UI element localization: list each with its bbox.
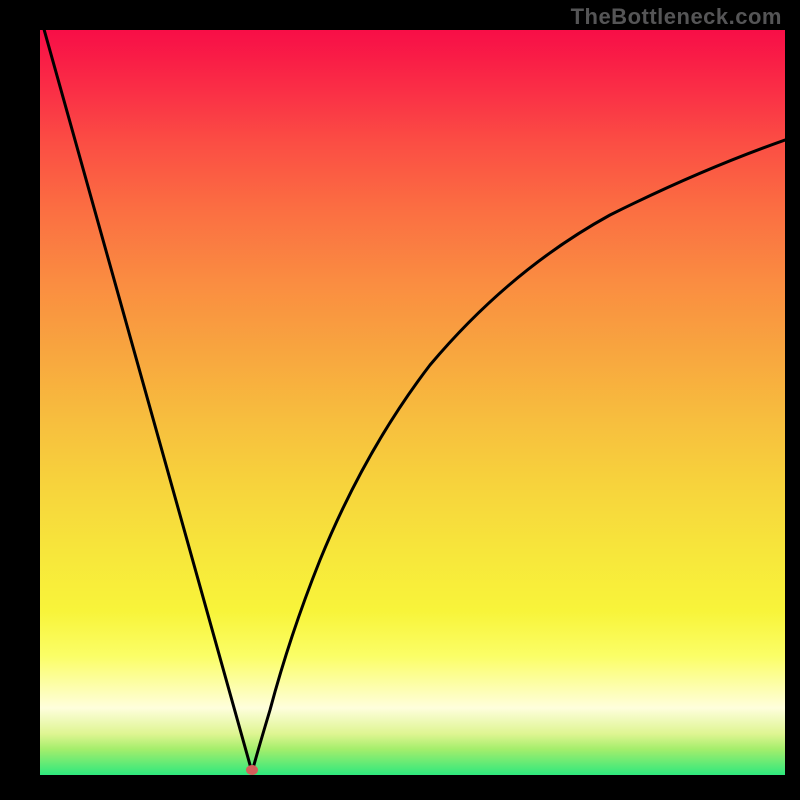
minimum-marker [246,765,258,775]
plot-area [40,30,785,775]
watermark-text: TheBottleneck.com [571,4,782,30]
bottleneck-curve [40,30,785,775]
curve-left-branch [40,30,252,772]
chart-frame: TheBottleneck.com [0,0,800,800]
curve-right-branch [252,140,785,772]
